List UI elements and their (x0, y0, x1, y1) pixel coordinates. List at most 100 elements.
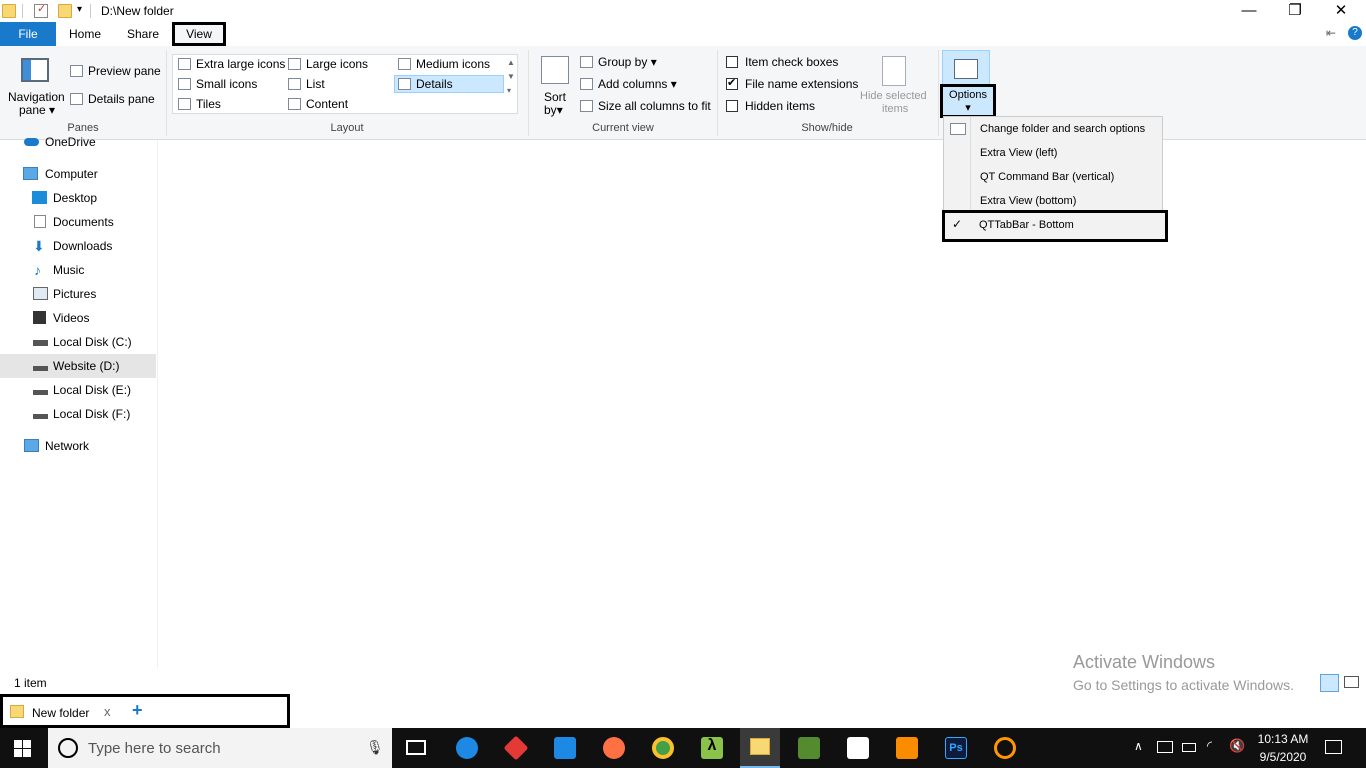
tab-share[interactable]: Share (122, 22, 164, 46)
medium-icons-icon (398, 58, 411, 70)
pictures-icon (33, 287, 48, 300)
minimize-button[interactable]: — (1226, 0, 1272, 24)
layout-medium-icons-label: Medium icons (416, 57, 491, 71)
layout-small-icons[interactable]: Small icons (178, 77, 257, 91)
size-columns-button[interactable]: Size all columns to fit (580, 99, 711, 113)
layout-details-label: Details (416, 77, 453, 91)
current-view-group-label: Current view (592, 122, 654, 134)
tab-file[interactable]: File (0, 22, 56, 46)
divider (22, 4, 23, 18)
file-name-extensions-checkbox[interactable]: File name extensions (726, 76, 858, 91)
nav-item-downloads[interactable]: ⬇ Downloads (0, 234, 156, 258)
documents-icon (34, 215, 46, 228)
layout-tiles[interactable]: Tiles (178, 97, 221, 111)
properties-icon[interactable]: ✓ (34, 3, 48, 18)
task-view-icon[interactable] (406, 740, 426, 755)
show-hidden-icons-chevron-icon[interactable]: ∧ (1134, 739, 1143, 753)
sort-by-label: by▾ (544, 103, 563, 117)
nav-item-documents[interactable]: Documents (0, 210, 156, 234)
layout-medium-icons[interactable]: Medium icons (398, 57, 490, 71)
close-button[interactable]: ✕ (1318, 0, 1364, 24)
layout-details[interactable]: Details (398, 77, 453, 91)
add-columns-button[interactable]: Add columns ▾ (580, 77, 677, 91)
preview-pane-button[interactable]: Preview pane (70, 64, 161, 78)
sort-by-label-2: by (544, 103, 557, 117)
windows-start-icon[interactable] (14, 740, 32, 757)
nav-item-local-disk-c[interactable]: Local Disk (C:) (0, 330, 156, 354)
search-tool-icon[interactable] (994, 737, 1016, 759)
nav-item-network[interactable]: Network (0, 434, 156, 458)
tab-home[interactable]: Home (64, 22, 106, 46)
large-icons-view-icon[interactable] (1344, 676, 1359, 688)
taskbar-search-box[interactable]: Type here to search 🎙 (48, 728, 392, 768)
layout-large-icons[interactable]: Large icons (288, 57, 368, 71)
layout-content[interactable]: Content (288, 97, 348, 111)
layout-scroll-arrows[interactable]: ▲ ▼ ▾ (507, 56, 515, 98)
qttab-add-button[interactable]: + (132, 700, 143, 721)
content-icon (288, 98, 301, 110)
details-pane-button[interactable]: Details pane (70, 92, 155, 106)
details-view-icon[interactable] (1320, 674, 1339, 692)
hidden-items-checkbox[interactable]: Hidden items (726, 99, 815, 113)
chrome-icon[interactable] (652, 737, 674, 759)
nav-item-website-d[interactable]: Website (D:) (0, 354, 156, 378)
layout-list[interactable]: List (288, 77, 325, 91)
firefox-icon[interactable] (603, 737, 625, 759)
customize-qa-chevron-icon[interactable]: ▾ (77, 4, 82, 15)
item-check-boxes-checkbox[interactable]: Item check boxes (726, 55, 838, 69)
help-icon[interactable]: ? (1348, 26, 1362, 40)
search-icon (58, 738, 78, 758)
restore-button[interactable]: ❐ (1272, 0, 1318, 24)
lambda-app-icon[interactable]: λ (701, 737, 723, 759)
group-by-button[interactable]: Group by ▾ (580, 55, 657, 69)
pin-ribbon-icon[interactable]: ⇤ (1326, 26, 1336, 40)
navigation-pane-button[interactable]: Navigation (8, 90, 65, 104)
nav-item-videos[interactable]: Videos (0, 306, 156, 330)
options-icon-area[interactable] (942, 50, 990, 86)
navigation-pane-icon (21, 58, 49, 82)
notifications-icon[interactable] (1325, 740, 1342, 754)
snipping-tool-icon[interactable] (847, 737, 869, 759)
nav-item-documents-label: Documents (53, 215, 114, 229)
hide-selected-button[interactable]: Hide selected (860, 90, 927, 102)
sort-by-icon (541, 56, 569, 84)
qttab-label[interactable]: New folder (32, 706, 89, 720)
sort-by-button[interactable]: Sort (544, 90, 566, 104)
nav-item-desktop[interactable]: Desktop (0, 186, 156, 210)
nav-item-onedrive[interactable]: OneDrive (0, 130, 156, 154)
file-list-area[interactable] (160, 140, 1366, 668)
layout-extra-large-icons[interactable]: Extra large icons (178, 57, 285, 71)
edge-icon[interactable] (456, 737, 478, 759)
xampp-icon[interactable] (896, 737, 918, 759)
battery-icon[interactable] (1182, 743, 1196, 752)
nav-item-computer[interactable]: Computer (0, 162, 156, 186)
file-explorer-taskbar-button[interactable] (740, 728, 780, 768)
photoshop-icon[interactable]: Ps (945, 737, 967, 759)
keyboard-icon[interactable] (1157, 741, 1173, 753)
status-item-count: 1 item (14, 676, 47, 690)
nav-item-local-disk-e-label: Local Disk (E:) (53, 383, 132, 397)
nav-item-local-disk-f[interactable]: Local Disk (F:) (0, 402, 156, 426)
qttab-close-button[interactable]: x (104, 704, 111, 719)
notepad-icon[interactable] (798, 737, 820, 759)
nav-item-music[interactable]: ♪ Music (0, 258, 156, 282)
drive-icon (33, 366, 48, 371)
navigation-pane-label: pane ▾ (19, 103, 56, 117)
git-icon[interactable] (503, 735, 529, 761)
preview-pane-label: Preview pane (88, 64, 161, 78)
options-icon (954, 59, 978, 79)
clock-time[interactable]: 10:13 AM (1257, 732, 1309, 746)
size-columns-icon (580, 100, 593, 112)
nav-item-pictures[interactable]: Pictures (0, 282, 156, 306)
new-folder-icon[interactable] (58, 4, 72, 18)
nav-item-local-disk-e[interactable]: Local Disk (E:) (0, 378, 156, 402)
nav-item-onedrive-label: OneDrive (45, 135, 96, 149)
options-button[interactable]: Options ▾ (940, 84, 996, 118)
vscode-icon[interactable] (554, 737, 576, 759)
volume-muted-icon[interactable]: 🔇 (1229, 738, 1245, 754)
microphone-icon[interactable]: 🎙 (366, 739, 384, 756)
menu-item-change-folder-options[interactable]: Change folder and search options (980, 123, 1145, 135)
clock-date[interactable]: 9/5/2020 (1257, 750, 1309, 764)
wifi-icon[interactable]: ◜ (1207, 738, 1212, 754)
tab-view[interactable]: View (172, 22, 226, 46)
